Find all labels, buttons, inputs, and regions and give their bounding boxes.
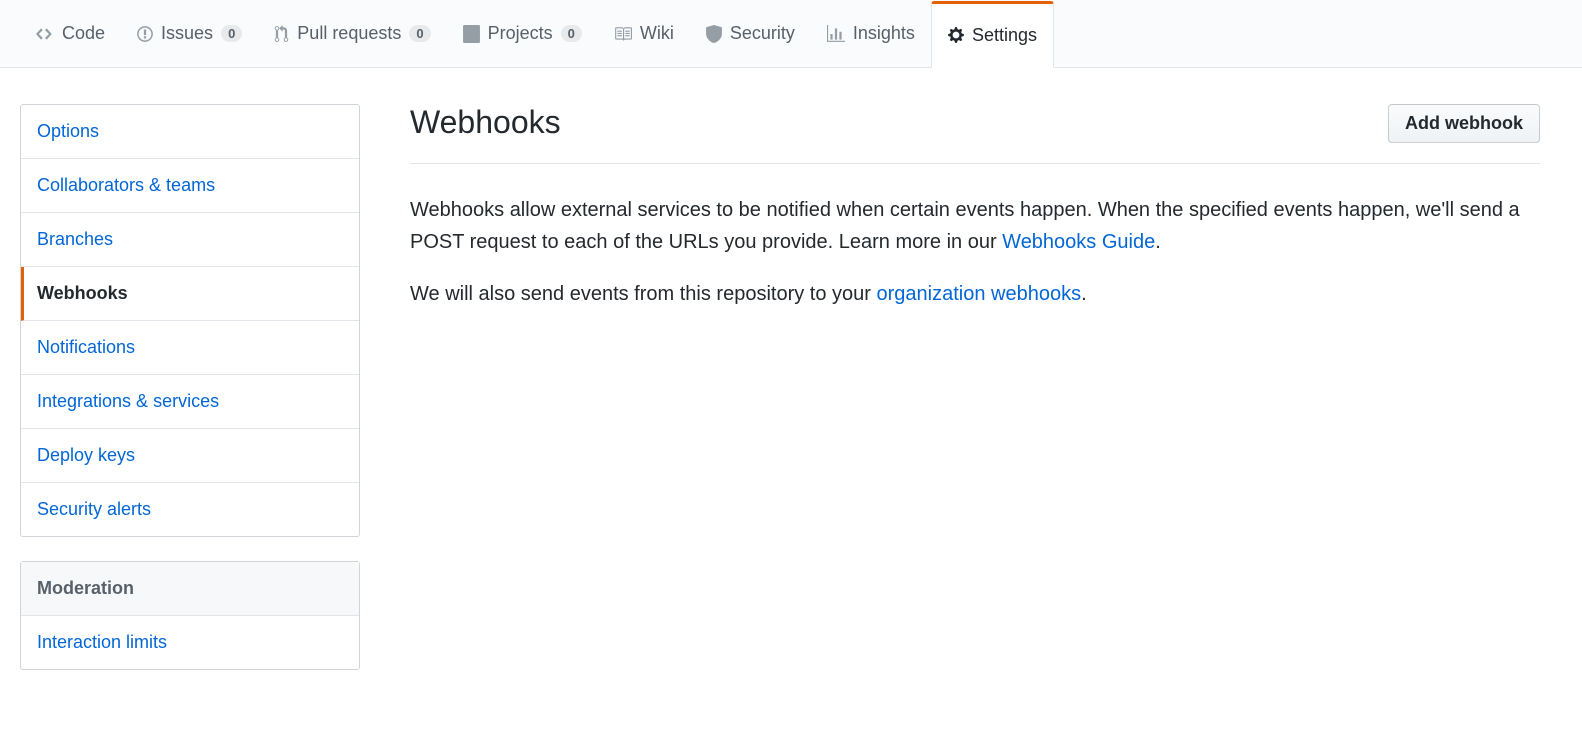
webhooks-guide-link[interactable]: Webhooks Guide bbox=[1002, 231, 1155, 253]
tab-security-label: Security bbox=[730, 23, 795, 44]
tab-code-label: Code bbox=[62, 23, 105, 44]
tab-issues-label: Issues bbox=[161, 23, 213, 44]
tab-pull-requests-label: Pull requests bbox=[297, 23, 401, 44]
tab-projects-label: Projects bbox=[488, 23, 553, 44]
sidebar-item-webhooks[interactable]: Webhooks bbox=[21, 267, 359, 321]
desc-text-2a: We will also send events from this repos… bbox=[410, 283, 876, 305]
sidebar-item-notifications[interactable]: Notifications bbox=[21, 321, 359, 375]
pull-request-icon bbox=[274, 25, 289, 43]
tab-wiki-label: Wiki bbox=[640, 23, 674, 44]
projects-count: 0 bbox=[561, 25, 582, 42]
project-icon bbox=[463, 25, 480, 43]
issues-count: 0 bbox=[221, 25, 242, 42]
main-header: Webhooks Add webhook bbox=[410, 104, 1540, 164]
moderation-menu: Moderation Interaction limits bbox=[20, 561, 360, 670]
desc-text-1b: . bbox=[1155, 231, 1161, 253]
moderation-heading: Moderation bbox=[21, 562, 359, 616]
tab-projects[interactable]: Projects 0 bbox=[447, 0, 598, 67]
tab-settings[interactable]: Settings bbox=[931, 1, 1054, 68]
issue-icon bbox=[137, 25, 153, 43]
sidebar-item-options[interactable]: Options bbox=[21, 105, 359, 159]
sidebar-item-integrations[interactable]: Integrations & services bbox=[21, 375, 359, 429]
desc-text-2b: . bbox=[1081, 283, 1087, 305]
tab-pull-requests[interactable]: Pull requests 0 bbox=[258, 0, 446, 67]
tab-insights[interactable]: Insights bbox=[811, 0, 931, 67]
sidebar-item-collaborators[interactable]: Collaborators & teams bbox=[21, 159, 359, 213]
settings-sidebar: Options Collaborators & teams Branches W… bbox=[20, 104, 360, 694]
settings-menu: Options Collaborators & teams Branches W… bbox=[20, 104, 360, 537]
tab-insights-label: Insights bbox=[853, 23, 915, 44]
main-content: Webhooks Add webhook Webhooks allow exte… bbox=[410, 104, 1540, 694]
sidebar-item-security-alerts[interactable]: Security alerts bbox=[21, 483, 359, 536]
main-container: Options Collaborators & teams Branches W… bbox=[0, 68, 1560, 730]
sidebar-item-branches[interactable]: Branches bbox=[21, 213, 359, 267]
sidebar-item-deploy-keys[interactable]: Deploy keys bbox=[21, 429, 359, 483]
tab-security[interactable]: Security bbox=[690, 0, 811, 67]
desc-text-1a: Webhooks allow external services to be n… bbox=[410, 199, 1520, 253]
sidebar-item-interaction-limits[interactable]: Interaction limits bbox=[21, 616, 359, 669]
tab-issues[interactable]: Issues 0 bbox=[121, 0, 258, 67]
book-icon bbox=[614, 25, 632, 43]
tab-wiki[interactable]: Wiki bbox=[598, 0, 690, 67]
organization-webhooks-description: We will also send events from this repos… bbox=[410, 278, 1540, 310]
pull-requests-count: 0 bbox=[409, 25, 430, 42]
page-title: Webhooks bbox=[410, 104, 561, 141]
add-webhook-button[interactable]: Add webhook bbox=[1388, 104, 1540, 143]
gear-icon bbox=[948, 26, 964, 44]
tab-code[interactable]: Code bbox=[20, 0, 121, 67]
webhooks-description: Webhooks allow external services to be n… bbox=[410, 194, 1540, 258]
graph-icon bbox=[827, 25, 845, 43]
code-icon bbox=[36, 25, 54, 43]
tab-settings-label: Settings bbox=[972, 25, 1037, 46]
repo-nav: Code Issues 0 Pull requests 0 Projects 0… bbox=[0, 0, 1582, 68]
organization-webhooks-link[interactable]: organization webhooks bbox=[876, 283, 1081, 305]
shield-icon bbox=[706, 25, 722, 43]
